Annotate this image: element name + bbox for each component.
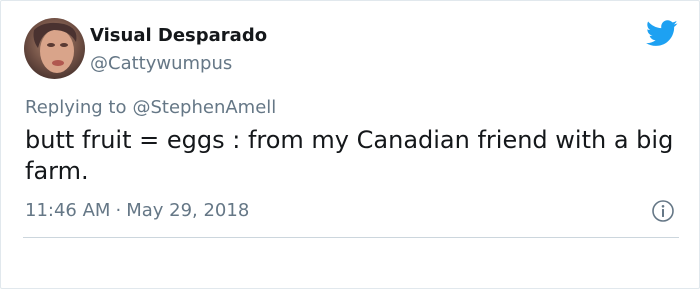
reply-prefix: Replying to	[25, 97, 127, 118]
avatar[interactable]	[24, 18, 85, 79]
reply-context: Replying to @StephenAmell	[25, 97, 276, 118]
author-handle[interactable]: @Cattywumpus	[90, 53, 232, 74]
tweet-text: butt fruit = eggs : from my Canadian fri…	[25, 126, 674, 185]
avatar-image	[24, 18, 85, 79]
info-icon[interactable]	[651, 199, 675, 223]
divider	[23, 237, 679, 238]
twitter-bird-icon[interactable]	[646, 20, 678, 47]
tweet-time: 11:46 AM	[25, 200, 111, 221]
reply-handle-link[interactable]: @StephenAmell	[132, 97, 276, 118]
tweet-card: Visual Desparado @Cattywumpus Replying t…	[0, 0, 700, 289]
tweet-timestamp[interactable]: 11:46 AM · May 29, 2018	[25, 200, 249, 221]
tweet-date: May 29, 2018	[126, 200, 250, 221]
timestamp-separator: ·	[115, 200, 122, 221]
author-display-name[interactable]: Visual Desparado	[90, 25, 267, 46]
